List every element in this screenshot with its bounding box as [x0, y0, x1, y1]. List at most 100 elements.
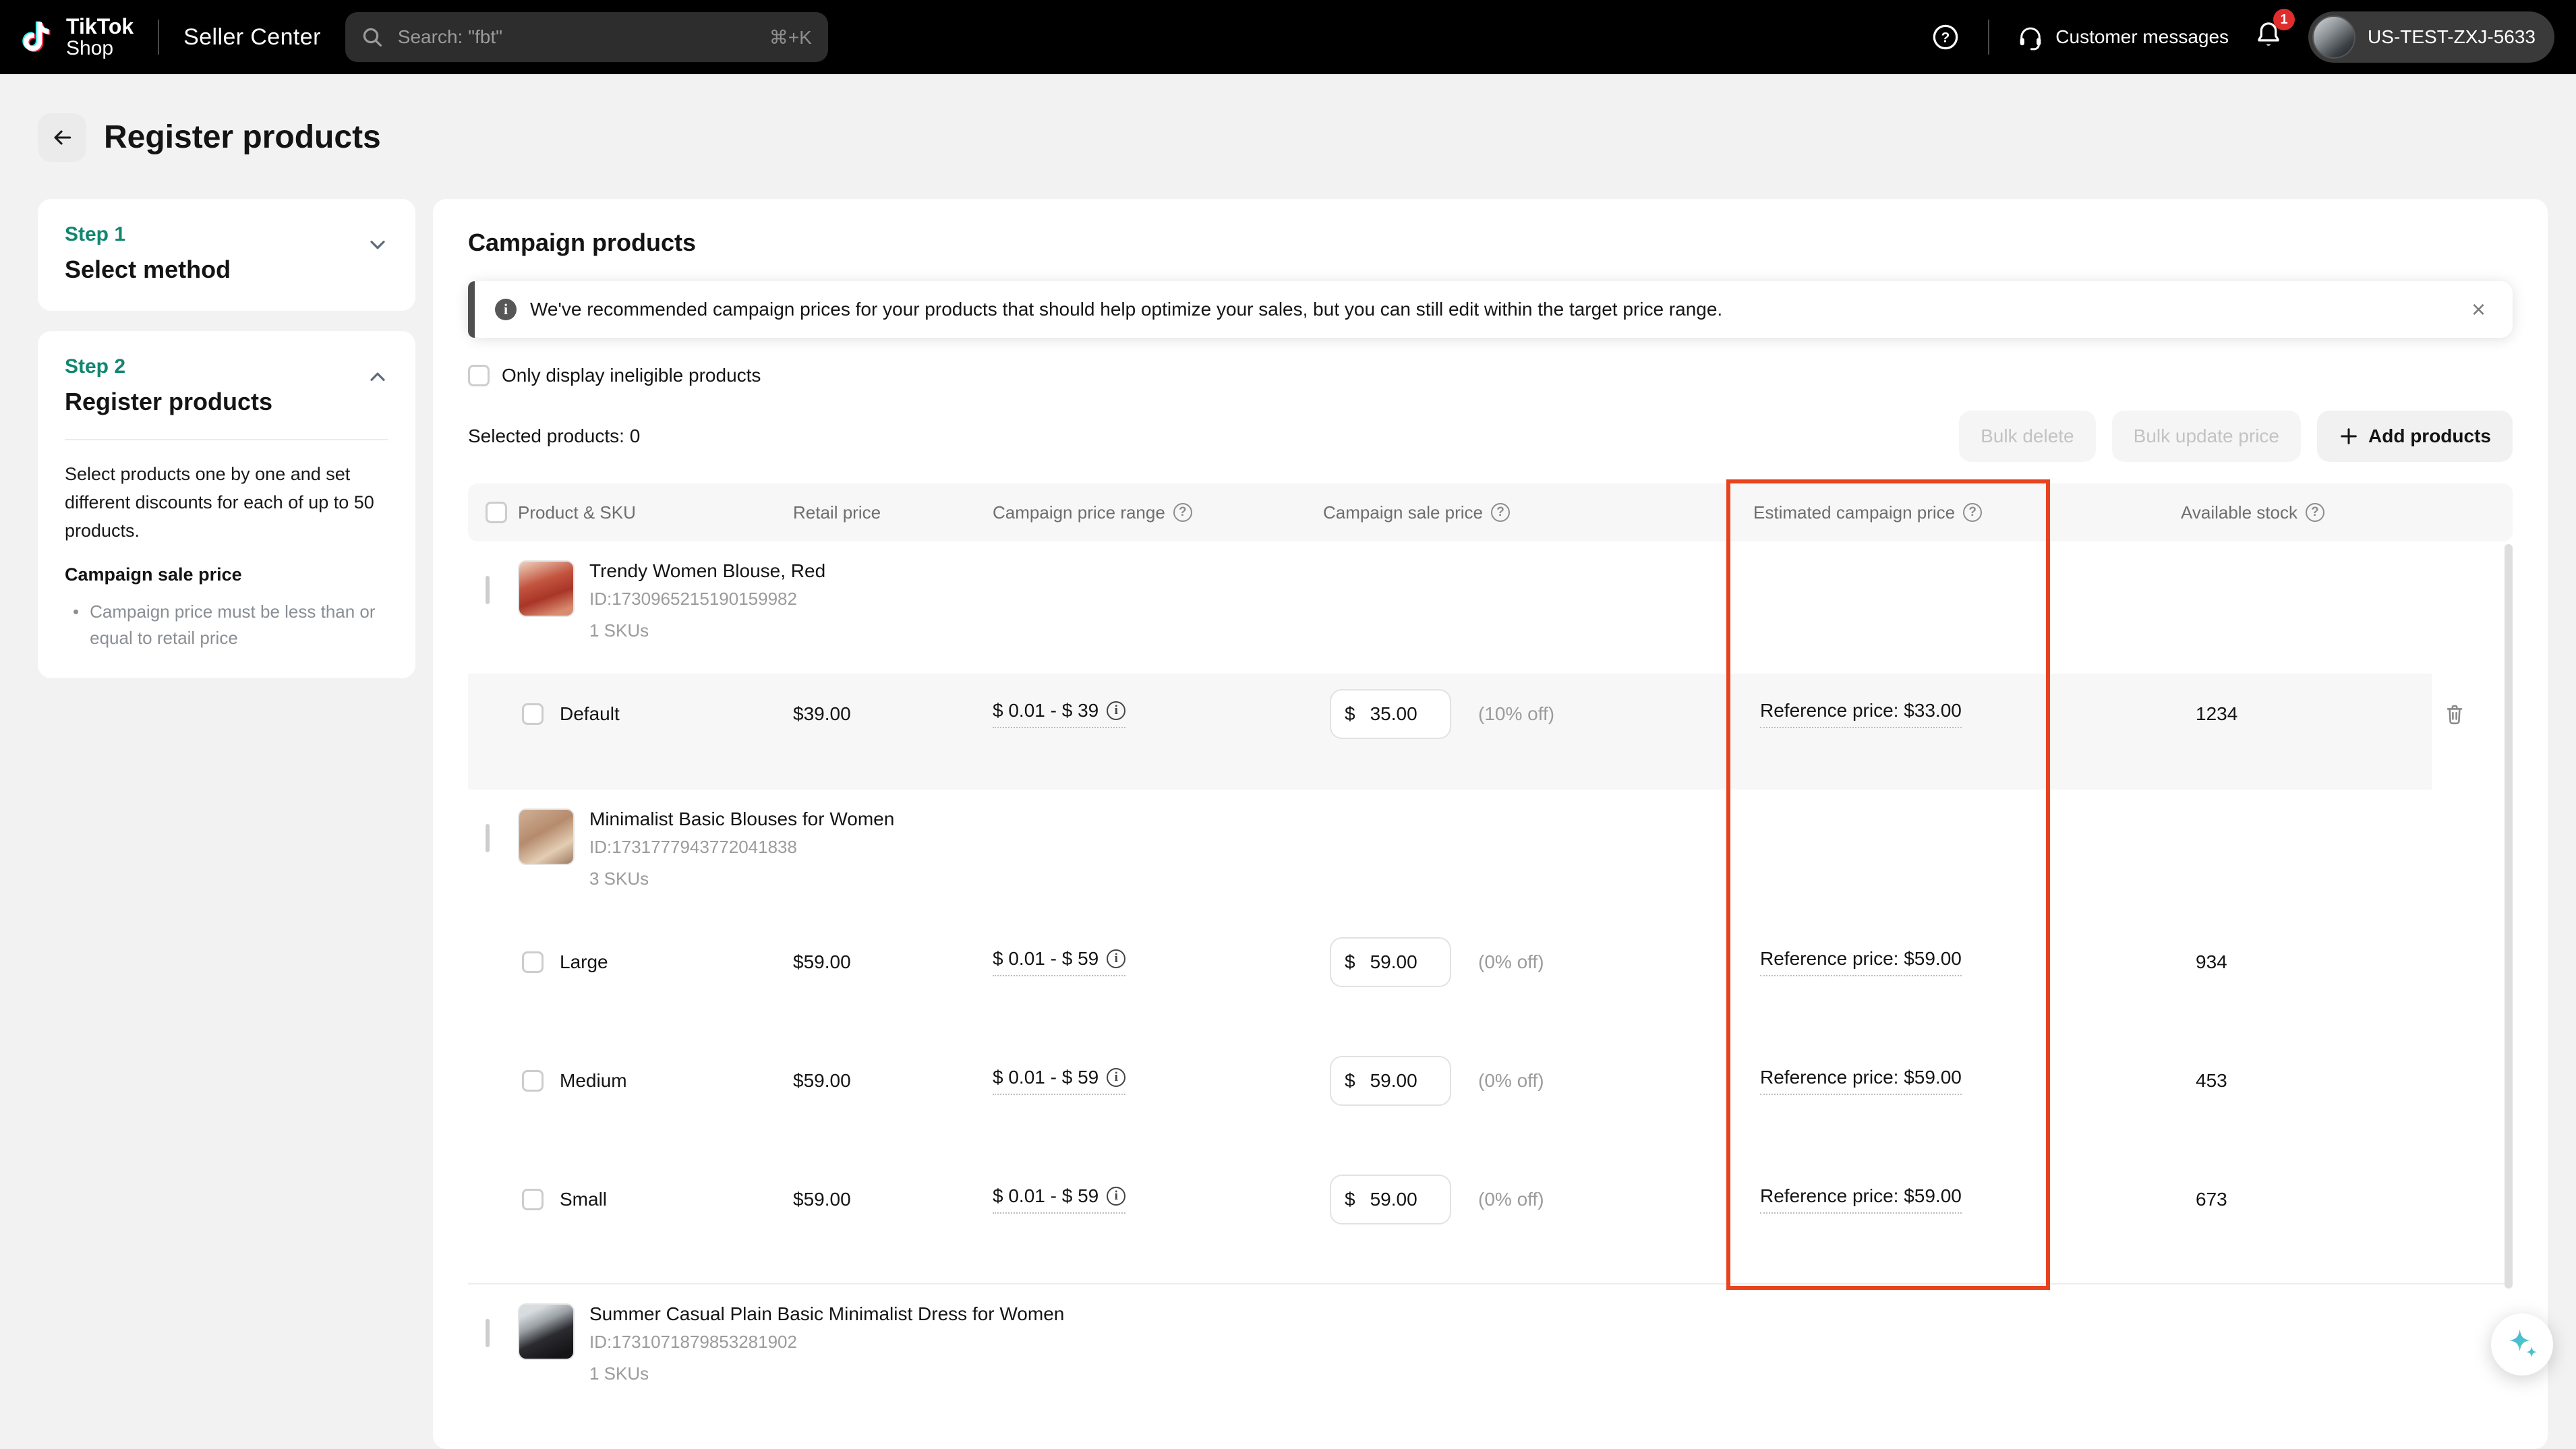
sale-price-input[interactable] — [1370, 1189, 1438, 1210]
sku-row: Medium $59.00 $ 0.01 - $ 59i $ (0% off) … — [468, 1040, 2513, 1159]
add-products-label: Add products — [2368, 425, 2491, 447]
sku-checkbox[interactable] — [522, 1189, 544, 1210]
brand-line2: Shop — [66, 38, 134, 59]
sku-row: Large $59.00 $ 0.01 - $ 59i $ (0% off) R… — [468, 922, 2513, 1040]
banner-close-icon[interactable]: × — [2466, 295, 2491, 324]
sku-checkbox[interactable] — [522, 703, 544, 725]
discount-label: (0% off) — [1478, 1189, 1544, 1210]
help-icon: ? — [1930, 22, 1961, 53]
help-circle-icon[interactable]: ? — [1491, 503, 1510, 522]
info-icon: i — [495, 299, 517, 320]
product-id: ID:1730965215190159982 — [589, 589, 825, 610]
sale-price-input[interactable] — [1370, 703, 1438, 725]
product-name: Minimalist Basic Blouses for Women — [589, 808, 894, 830]
plus-icon — [2339, 426, 2359, 446]
account-name: US-TEST-ZXJ-5633 — [2368, 26, 2536, 48]
available-stock: 1234 — [2181, 688, 2397, 740]
sale-price-input[interactable] — [1370, 951, 1438, 973]
svg-text:?: ? — [1941, 30, 1950, 46]
search-icon — [361, 26, 383, 48]
header-campaign-price-range: Campaign price range — [993, 502, 1165, 523]
info-circle-icon[interactable]: i — [1107, 1068, 1125, 1087]
step1-card[interactable]: Step 1 Select method — [38, 199, 415, 311]
chevron-up-icon[interactable] — [367, 366, 388, 388]
campaign-products-panel: Campaign products i We've recommended ca… — [433, 199, 2548, 1449]
back-button[interactable] — [38, 113, 86, 162]
bulk-update-price-button[interactable]: Bulk update price — [2112, 411, 2301, 462]
sku-name: Medium — [560, 1055, 793, 1106]
sku-retail-price: $59.00 — [793, 1055, 993, 1106]
add-products-button[interactable]: Add products — [2317, 411, 2513, 462]
info-circle-icon[interactable]: i — [1107, 949, 1125, 968]
sale-price-field[interactable]: $ — [1330, 937, 1451, 987]
info-circle-icon[interactable]: i — [1107, 701, 1125, 720]
discount-label: (0% off) — [1478, 1070, 1544, 1092]
currency-prefix: $ — [1345, 703, 1355, 725]
product-thumbnail — [518, 560, 575, 617]
currency-prefix: $ — [1345, 1070, 1355, 1092]
currency-prefix: $ — [1345, 1189, 1355, 1210]
brand-line1: TikTok — [66, 15, 134, 38]
sku-price-range: $ 0.01 - $ 39 — [993, 700, 1099, 721]
help-button[interactable]: ? — [1930, 22, 1961, 53]
product-row: Trendy Women Blouse, Red ID:173096521519… — [468, 541, 2513, 674]
ineligible-filter-checkbox[interactable] — [468, 365, 490, 386]
product-checkbox[interactable] — [486, 1319, 490, 1347]
account-menu[interactable]: US-TEST-ZXJ-5633 — [2308, 11, 2554, 63]
sale-price-field[interactable]: $ — [1330, 1175, 1451, 1224]
sku-row: Small $59.00 $ 0.01 - $ 59i $ (0% off) R… — [468, 1159, 2513, 1284]
help-circle-icon[interactable]: ? — [2306, 503, 2324, 522]
recommendation-banner: i We've recommended campaign prices for … — [468, 281, 2513, 338]
ai-assistant-button[interactable] — [2491, 1313, 2553, 1376]
product-checkbox[interactable] — [486, 576, 490, 604]
step2-subheading: Campaign sale price — [65, 564, 388, 585]
campaign-products-table: Product & SKU Retail price Campaign pric… — [468, 483, 2513, 1417]
table-scrollbar[interactable] — [2505, 544, 2513, 1289]
sale-price-input[interactable] — [1370, 1070, 1438, 1092]
reference-price: Reference price: $33.00 — [1760, 700, 1962, 728]
sku-name: Default — [560, 688, 793, 740]
sku-price-range: $ 0.01 - $ 59 — [993, 1185, 1099, 1207]
header-retail-price: Retail price — [793, 502, 881, 523]
sku-retail-price: $59.00 — [793, 937, 993, 988]
sale-price-field[interactable]: $ — [1330, 1056, 1451, 1106]
available-stock: 453 — [2181, 1055, 2397, 1106]
tiktok-shop-logo[interactable]: TikTok Shop — [19, 15, 134, 60]
tiktok-note-icon — [19, 17, 54, 57]
sku-retail-price: $39.00 — [793, 688, 993, 740]
chevron-down-icon[interactable] — [367, 234, 388, 256]
sale-price-field[interactable]: $ — [1330, 689, 1451, 739]
customer-messages-button[interactable]: Customer messages — [2016, 23, 2229, 51]
select-all-checkbox[interactable] — [486, 502, 507, 523]
bulk-delete-button[interactable]: Bulk delete — [1959, 411, 2096, 462]
sku-checkbox[interactable] — [522, 1070, 544, 1092]
product-id: ID:1731777943772041838 — [589, 837, 894, 858]
sku-name: Large — [560, 937, 793, 988]
available-stock: 673 — [2181, 1174, 2397, 1225]
sku-price-range: $ 0.01 - $ 59 — [993, 948, 1099, 970]
sku-checkbox[interactable] — [522, 951, 544, 973]
help-circle-icon[interactable]: ? — [1963, 503, 1982, 522]
header-product-sku: Product & SKU — [518, 502, 636, 523]
step1-label: Step 1 — [65, 223, 231, 246]
page-title: Register products — [104, 119, 381, 156]
notifications-button[interactable]: 1 — [2253, 18, 2284, 56]
step2-description: Select products one by one and set diffe… — [65, 461, 388, 545]
sku-retail-price: $59.00 — [793, 1174, 993, 1225]
search-input[interactable] — [395, 25, 757, 49]
product-name: Summer Casual Plain Basic Minimalist Dre… — [589, 1303, 1064, 1325]
available-stock: 934 — [2181, 937, 2397, 988]
reference-price: Reference price: $59.00 — [1760, 1185, 1962, 1214]
sku-price-range: $ 0.01 - $ 59 — [993, 1067, 1099, 1088]
product-sku-count: 3 SKUs — [589, 868, 894, 889]
info-circle-icon[interactable]: i — [1107, 1187, 1125, 1206]
brand-wordmark: TikTok Shop — [66, 15, 134, 60]
help-circle-icon[interactable]: ? — [1173, 503, 1192, 522]
app-name: Seller Center — [183, 24, 321, 51]
step1-title: Select method — [65, 256, 231, 284]
global-search[interactable]: ⌘+K — [345, 12, 828, 62]
steps-sidebar: Step 1 Select method Step 2 Register pro… — [38, 199, 415, 678]
delete-sku-button[interactable] — [2438, 697, 2471, 731]
customer-messages-label: Customer messages — [2055, 26, 2229, 48]
product-checkbox[interactable] — [486, 824, 490, 852]
